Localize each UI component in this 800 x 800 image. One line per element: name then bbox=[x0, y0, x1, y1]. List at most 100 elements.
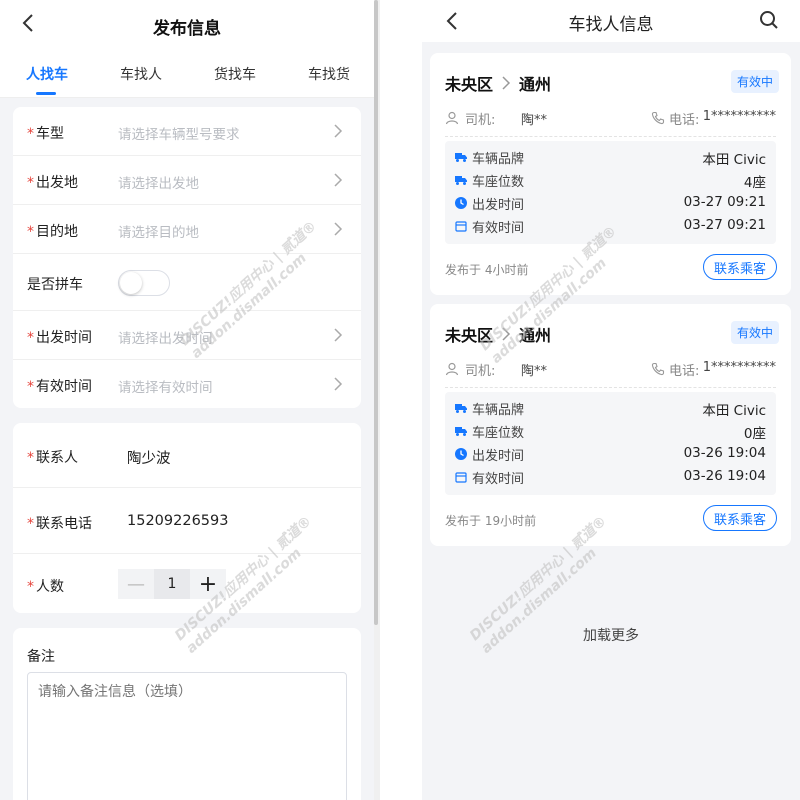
contact-passenger-button[interactable]: 联系乘客 bbox=[703, 254, 777, 280]
driver-label: 司机: bbox=[465, 113, 496, 128]
trip-details: 车辆品牌 本田 Civic 车座位数 4座 出发时间 03-27 09:21 有… bbox=[445, 141, 776, 244]
driver-info: 司机: 陶** 电话: 1********** bbox=[445, 108, 776, 130]
trip-form-card: * 车型 请选择车辆型号要求 * 出发地 请选择出发地 * 目的地 请选择目的地 是否… bbox=[13, 107, 361, 408]
detail-label: 车辆品牌 bbox=[472, 152, 525, 167]
truck-icon bbox=[455, 427, 467, 436]
required-mark: * bbox=[27, 379, 34, 395]
phone-icon bbox=[651, 111, 665, 125]
detail-row: 车座位数 4座 bbox=[445, 170, 776, 192]
detail-label: 车座位数 bbox=[472, 426, 525, 441]
required-mark: * bbox=[27, 224, 34, 240]
chevron-right-icon bbox=[334, 377, 343, 391]
detail-row: 有效时间 03-27 09:21 bbox=[445, 216, 776, 238]
chevron-right-icon bbox=[334, 124, 343, 138]
detail-value: 03-27 09:21 bbox=[683, 217, 766, 233]
contact-name-input[interactable]: 陶少波 bbox=[127, 447, 171, 468]
required-mark: * bbox=[27, 126, 34, 142]
detail-label: 有效时间 bbox=[472, 221, 525, 236]
truck-icon bbox=[455, 404, 467, 413]
detail-row: 车座位数 0座 bbox=[445, 421, 776, 443]
departure-label: 出发地 bbox=[36, 175, 78, 191]
detail-value: 0座 bbox=[743, 426, 766, 442]
trip-card[interactable]: 未央区 通州 有效中 司机: 陶** 电话: 1********** 车辆品牌 … bbox=[430, 53, 791, 295]
search-icon[interactable] bbox=[758, 9, 780, 31]
detail-label: 车座位数 bbox=[472, 175, 525, 190]
detail-value: 03-26 19:04 bbox=[683, 468, 766, 484]
person-icon bbox=[445, 362, 459, 376]
load-more-link[interactable]: 加载更多 bbox=[422, 625, 800, 645]
clock-icon bbox=[455, 197, 467, 209]
car-find-person-panel: 车找人信息 未央区 通州 有效中 司机: 陶** 电话: 1**********… bbox=[422, 0, 800, 800]
dashed-divider bbox=[445, 136, 776, 137]
valid-time-label: 有效时间 bbox=[36, 379, 92, 395]
people-count-stepper: — 1 + bbox=[118, 569, 226, 599]
chevron-right-icon bbox=[334, 328, 343, 342]
scrollbar-thumb[interactable] bbox=[374, 0, 378, 625]
publish-header: 发布信息 bbox=[0, 0, 374, 48]
notes-card: 备注 bbox=[13, 628, 361, 800]
departure-time-label: 出发时间 bbox=[36, 330, 92, 346]
increment-button[interactable]: + bbox=[190, 569, 226, 599]
notes-title: 备注 bbox=[27, 649, 55, 665]
detail-label: 有效时间 bbox=[472, 472, 525, 487]
decrement-button[interactable]: — bbox=[118, 569, 154, 599]
detail-value: 本田 Civic bbox=[702, 152, 766, 168]
contact-passenger-button[interactable]: 联系乘客 bbox=[703, 505, 777, 531]
page-title: 发布信息 bbox=[153, 19, 221, 39]
phone-number: 1********** bbox=[702, 109, 776, 124]
detail-value: 03-27 09:21 bbox=[683, 194, 766, 210]
trip-card[interactable]: 未央区 通州 有效中 司机: 陶** 电话: 1********** 车辆品牌 … bbox=[430, 304, 791, 546]
form-row-destination[interactable]: * 目的地 请选择目的地 bbox=[13, 205, 361, 254]
dashed-divider bbox=[445, 387, 776, 388]
form-row-vehicle-type[interactable]: * 车型 请选择车辆型号要求 bbox=[13, 107, 361, 156]
form-row-departure[interactable]: * 出发地 请选择出发地 bbox=[13, 156, 361, 205]
posted-time: 发布于 4小时前 bbox=[445, 263, 529, 277]
detail-value: 4座 bbox=[743, 175, 766, 191]
people-count-value[interactable]: 1 bbox=[154, 569, 190, 599]
route-to: 通州 bbox=[519, 75, 552, 94]
vehicle-type-label: 车型 bbox=[36, 126, 64, 142]
person-icon bbox=[445, 111, 459, 125]
route: 未央区 通州 bbox=[445, 322, 551, 346]
carpool-label: 是否拼车 bbox=[27, 277, 83, 293]
tab-car-find-person[interactable]: 车找人 bbox=[120, 64, 162, 84]
valid-time-placeholder: 请选择有效时间 bbox=[118, 380, 213, 396]
contact-form-card: * 联系人 陶少波 * 联系电话 15209226593 * 人数 — 1 + bbox=[13, 423, 361, 613]
toggle-knob bbox=[120, 272, 142, 294]
tab-cargo-find-car[interactable]: 货找车 bbox=[214, 64, 256, 84]
notes-textarea[interactable] bbox=[27, 672, 347, 800]
destination-placeholder: 请选择目的地 bbox=[118, 225, 199, 241]
chevron-right-icon bbox=[502, 327, 511, 341]
tab-person-find-car[interactable]: 人找车 bbox=[26, 64, 68, 84]
active-tab-indicator bbox=[36, 92, 56, 95]
status-badge: 有效中 bbox=[730, 70, 779, 93]
detail-row: 车辆品牌 本田 Civic bbox=[445, 147, 776, 169]
phone-label: 电话: bbox=[669, 113, 700, 128]
route-to: 通州 bbox=[519, 326, 552, 345]
required-mark: * bbox=[27, 330, 34, 346]
chevron-right-icon bbox=[334, 222, 343, 236]
contact-phone-input[interactable]: 15209226593 bbox=[127, 513, 228, 529]
detail-label: 车辆品牌 bbox=[472, 403, 525, 418]
carpool-toggle[interactable] bbox=[118, 270, 170, 296]
route-from: 未央区 bbox=[445, 75, 494, 94]
detail-row: 有效时间 03-26 19:04 bbox=[445, 467, 776, 489]
form-row-carpool: 是否拼车 bbox=[13, 254, 361, 311]
chevron-right-icon bbox=[334, 173, 343, 187]
chevron-right-icon bbox=[502, 76, 511, 90]
form-row-contact-phone: * 联系电话 15209226593 bbox=[13, 488, 361, 554]
calendar-icon bbox=[455, 221, 467, 232]
destination-label: 目的地 bbox=[36, 224, 78, 240]
list-header: 车找人信息 bbox=[422, 0, 800, 42]
detail-row: 车辆品牌 本田 Civic bbox=[445, 398, 776, 420]
detail-label: 出发时间 bbox=[472, 198, 525, 213]
vehicle-type-placeholder: 请选择车辆型号要求 bbox=[118, 127, 240, 143]
tab-car-find-cargo[interactable]: 车找货 bbox=[308, 64, 350, 84]
driver-label: 司机: bbox=[465, 364, 496, 379]
form-row-valid-time[interactable]: * 有效时间 请选择有效时间 bbox=[13, 360, 361, 408]
contact-phone-label: 联系电话 bbox=[36, 516, 92, 532]
detail-value: 本田 Civic bbox=[702, 403, 766, 419]
form-row-departure-time[interactable]: * 出发时间 请选择出发时间 bbox=[13, 311, 361, 360]
required-mark: * bbox=[27, 516, 34, 532]
departure-placeholder: 请选择出发地 bbox=[118, 176, 199, 192]
